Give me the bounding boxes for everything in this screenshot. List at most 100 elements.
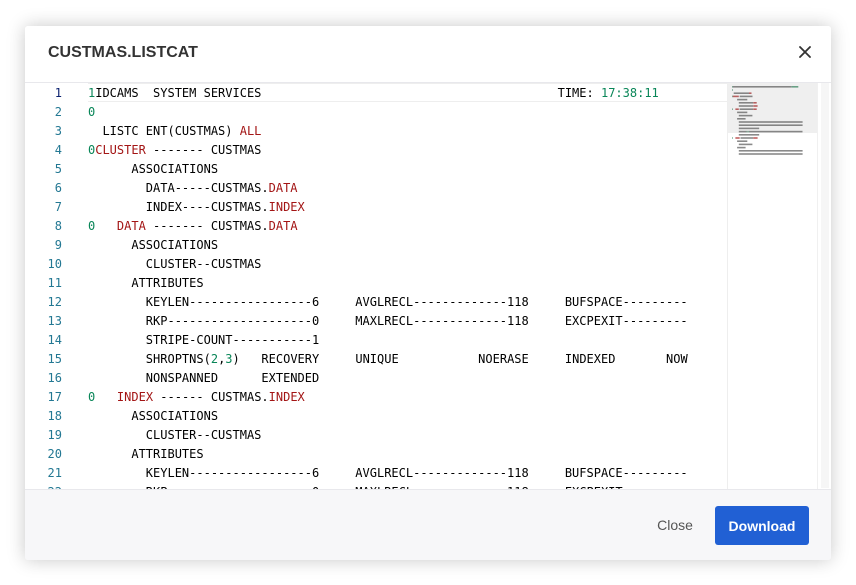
code-token: 3 [225, 352, 233, 366]
line-number: 11 [47, 276, 62, 290]
code-line: ASSOCIATIONS [88, 160, 218, 179]
line-number: 8 [54, 219, 62, 233]
minimap-line [737, 140, 748, 142]
code-token: INDEX [116, 390, 154, 404]
code-line: 0 INDEX ------ CUSTMAS.INDEX [88, 388, 305, 407]
code-line: DATA-----CUSTMAS.DATA [88, 179, 298, 198]
code-token: 17:38:11 [600, 86, 659, 100]
minimap-line [738, 150, 803, 152]
code-token: ATTRIBUTES [88, 447, 204, 461]
code-line: CLUSTER--CUSTMAS [88, 255, 262, 274]
code-line: SHROPTNS(2,3) RECOVERY UNIQUE NOERASE IN… [88, 350, 688, 369]
line-number-gutter: 12345678910111213141516171819202122 [25, 83, 85, 490]
dialog-title: CUSTMAS.LISTCAT [48, 44, 198, 61]
close-icon[interactable] [796, 42, 814, 62]
minimap-line [740, 137, 754, 139]
code-token: ASSOCIATIONS [88, 238, 219, 252]
code-token: KEYLEN-----------------6 AVGLRECL-------… [88, 295, 688, 309]
code-editor[interactable]: 12345678910111213141516171819202122 1IDC… [25, 82, 831, 490]
line-number: 7 [54, 200, 62, 214]
line-number: 15 [47, 352, 62, 366]
code-token: ASSOCIATIONS [88, 162, 219, 176]
code-line: ASSOCIATIONS [88, 407, 218, 426]
code-token: ------ CUSTMAS. [153, 390, 269, 404]
minimap-line [738, 143, 753, 146]
minimap-line [738, 134, 760, 136]
vertical-scrollbar[interactable] [817, 83, 831, 490]
code-token: KEYLEN-----------------6 AVGLRECL-------… [88, 466, 688, 480]
code-line: KEYLEN-----------------6 AVGLRECL-------… [88, 293, 688, 312]
line-number: 10 [47, 257, 62, 271]
code-token: ------- CUSTMAS. [145, 219, 269, 233]
line-number: 14 [47, 333, 62, 347]
line-number: 3 [54, 124, 62, 138]
close-icon-glyph [799, 46, 811, 58]
code-token: DATA [268, 219, 298, 233]
code-token: DATA-----CUSTMAS. [88, 181, 269, 195]
code-line: 0 [88, 103, 95, 122]
line-number: 4 [54, 143, 62, 157]
code-line: ATTRIBUTES [88, 445, 204, 464]
line-number: 20 [47, 447, 62, 461]
line-number: 1 [54, 86, 62, 100]
code-line: 1IDCAMS SYSTEM SERVICES TIME: 17:38:11 [88, 84, 659, 103]
code-line: 0CLUSTER ------- CUSTMAS [88, 141, 261, 160]
line-number: 12 [47, 295, 62, 309]
line-number: 5 [54, 162, 62, 176]
line-number: 2 [54, 105, 62, 119]
code-token: 0 [88, 105, 96, 119]
line-number: 21 [47, 466, 62, 480]
code-token: ------- CUSTMAS [145, 143, 262, 157]
code-line: STRIPE-COUNT-----------1 [88, 331, 319, 350]
line-number: 9 [54, 238, 62, 252]
code-line: 0 DATA ------- CUSTMAS.DATA [88, 217, 298, 236]
code-token: STRIPE-COUNT-----------1 [88, 333, 320, 347]
code-token: ATTRIBUTES [88, 276, 204, 290]
code-token: NONSPANNED EXTENDED [88, 371, 320, 385]
line-number: 16 [47, 371, 62, 385]
listcat-dialog: CUSTMAS.LISTCAT 1 2 3 4 5 6 7 8 9 10 11 12 13 14 15 16 1… [25, 26, 831, 560]
code-line: INDEX----CUSTMAS.INDEX [88, 198, 305, 217]
code-token: CLUSTER [95, 143, 146, 157]
line-number: 13 [47, 314, 62, 328]
code-token: DATA [268, 181, 298, 195]
code-token: RKP--------------------0 MAXLRECL-------… [88, 314, 688, 328]
code-token: CLUSTER--CUSTMAS [88, 428, 262, 442]
code-token: ) RECOVERY UNIQUE NOERASE INDEXED NOW [232, 352, 688, 366]
code-line: RKP--------------------0 MAXLRECL-------… [88, 312, 688, 331]
minimap-slider[interactable] [728, 83, 818, 133]
code-token: INDEX----CUSTMAS. [88, 200, 269, 214]
line-number: 6 [54, 181, 62, 195]
code-token: INDEX [268, 390, 305, 404]
code-token: SHROPTNS( [88, 352, 211, 366]
code-token: 2 [210, 352, 219, 366]
dialog-header: CUSTMAS.LISTCAT [25, 26, 831, 80]
dialog-footer: Close Download [25, 489, 831, 560]
line-number: 17 [47, 390, 62, 404]
code-line: ASSOCIATIONS [88, 236, 218, 255]
line-number: 18 [47, 409, 62, 423]
minimap-line [735, 137, 740, 139]
code-token: DATA [116, 219, 146, 233]
code-line: CLUSTER--CUSTMAS [88, 426, 262, 445]
code-token: INDEX [268, 200, 305, 214]
minimap-line [738, 153, 803, 155]
download-button[interactable]: Download [715, 506, 809, 545]
minimap[interactable] [727, 83, 818, 490]
code-content[interactable]: 1IDCAMS SYSTEM SERVICES TIME: 17:38:11 0 … [88, 83, 727, 490]
code-token: IDCAMS SYSTEM SERVICES TIME: [95, 86, 601, 100]
line-number: 19 [47, 428, 62, 442]
scrollbar-thumb[interactable] [821, 83, 829, 488]
code-token: LISTC ENT(CUSTMAS) [88, 124, 240, 138]
code-token: ASSOCIATIONS [88, 409, 219, 423]
code-token: CLUSTER--CUSTMAS [88, 257, 262, 271]
minimap-line [737, 146, 746, 149]
code-line: ATTRIBUTES [88, 274, 204, 293]
code-token: ALL [239, 124, 262, 138]
code-line: NONSPANNED EXTENDED [88, 369, 319, 388]
code-line: LISTC ENT(CUSTMAS) ALL [88, 122, 261, 141]
code-line: KEYLEN-----------------6 AVGLRECL-------… [88, 464, 688, 483]
close-button[interactable]: Close [641, 506, 709, 544]
